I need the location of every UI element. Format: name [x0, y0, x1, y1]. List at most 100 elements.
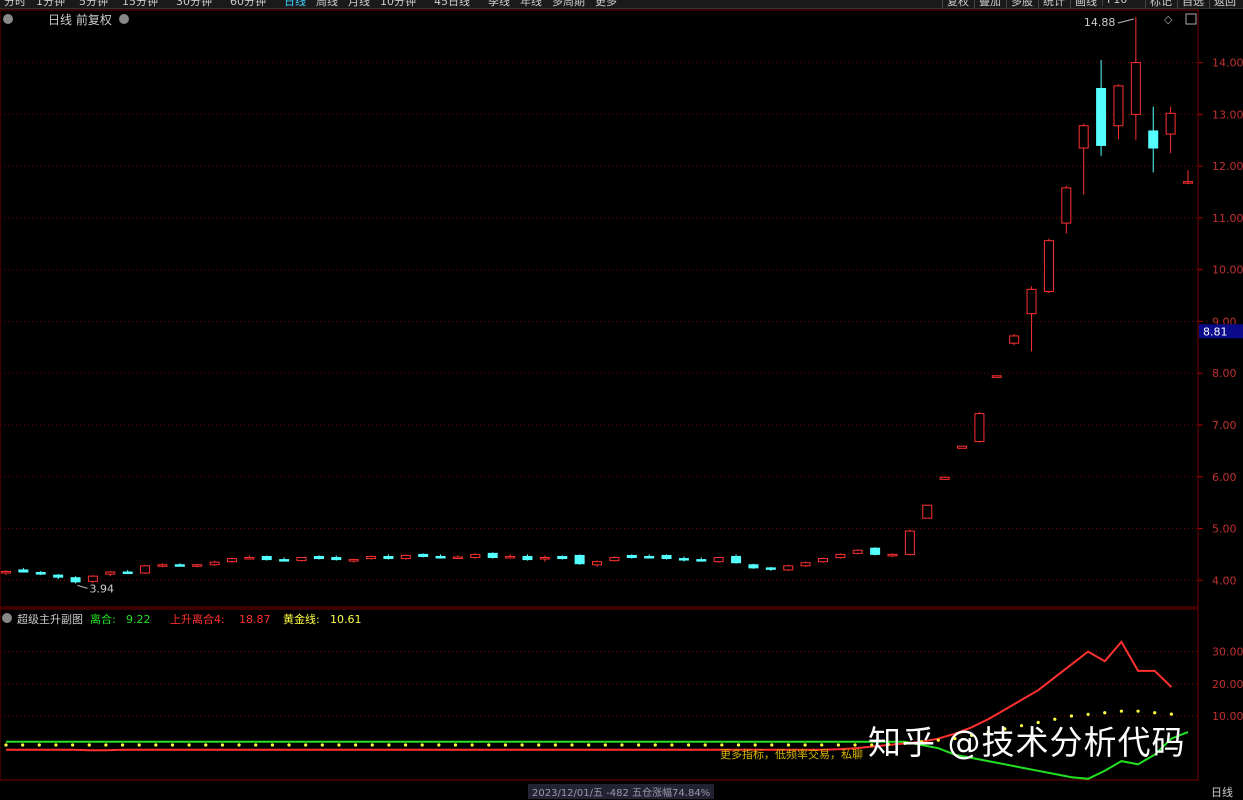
- candle-body: [574, 554, 585, 565]
- golden-line-dot: [37, 743, 41, 747]
- candle-body: [626, 554, 637, 559]
- candle-body: [852, 549, 863, 554]
- candle-body: [140, 565, 151, 574]
- sub-y-tick-label: 10.00: [1212, 710, 1243, 723]
- candle-body: [800, 562, 811, 567]
- golden-line-dot: [1119, 709, 1124, 713]
- golden-line-dot: [836, 743, 840, 747]
- golden-line-dot: [620, 743, 624, 747]
- main-y-tick-label: 6.00: [1212, 471, 1237, 484]
- candle-body: [522, 555, 533, 561]
- golden-line-dot: [603, 743, 607, 747]
- golden-line-dot: [4, 743, 8, 747]
- candle-body: [592, 561, 602, 566]
- golden-line-dot: [137, 743, 141, 747]
- golden-line-dot: [370, 743, 374, 747]
- candle-body: [1148, 130, 1159, 149]
- golden-line-dot: [270, 743, 274, 747]
- candle-body: [696, 559, 707, 562]
- current-price-label: 8.81: [1203, 325, 1228, 338]
- golden-line-dot: [237, 743, 241, 747]
- candle-body: [1130, 62, 1141, 115]
- candle-body: [244, 557, 255, 560]
- main-y-tick-label: 8.00: [1212, 367, 1237, 380]
- golden-line-dot: [587, 743, 591, 747]
- golden-line-dot: [487, 743, 491, 747]
- candle-body: [835, 553, 846, 559]
- golden-line-dot: [653, 743, 657, 747]
- candle-body: [296, 557, 307, 562]
- candle-body: [1078, 125, 1089, 149]
- golden-line-dot: [570, 743, 574, 747]
- golden-line-dot: [453, 743, 458, 747]
- golden-line-dot: [287, 743, 291, 747]
- candle-body: [817, 558, 828, 563]
- golden-line-dot: [354, 743, 358, 747]
- main-y-tick-label: 4.00: [1212, 574, 1237, 587]
- candle-body: [557, 555, 568, 560]
- golden-line-dot: [537, 743, 541, 747]
- candle-body: [192, 564, 203, 567]
- golden-line-dot: [1153, 711, 1157, 715]
- legend-value-0: 9.22: [126, 613, 151, 626]
- low-price-label: 3.94: [90, 582, 115, 595]
- candle-body: [122, 571, 133, 575]
- candle-body: [1009, 335, 1020, 344]
- legend-label-2: 黄金线:: [283, 612, 320, 626]
- main-y-tick-label: 5.00: [1212, 523, 1237, 536]
- candle-body: [331, 557, 342, 561]
- candle-body: [991, 375, 1002, 378]
- candle-body: [1, 570, 11, 574]
- golden-line-dot: [503, 743, 508, 747]
- candle-body: [870, 547, 881, 555]
- golden-line-dot: [470, 743, 474, 747]
- candle-body: [452, 556, 463, 559]
- indicator-name: 超级主升副图: [17, 612, 83, 626]
- candle-body: [539, 557, 550, 560]
- golden-line-dot: [337, 743, 341, 747]
- candle-body: [87, 575, 98, 582]
- candle-body: [470, 553, 481, 559]
- main-frame: [0, 9, 1199, 608]
- golden-line-dot: [637, 743, 641, 747]
- golden-line-dot: [220, 743, 225, 747]
- golden-line-dot: [170, 743, 175, 747]
- candle-body: [661, 554, 672, 560]
- golden-line-dot: [387, 743, 391, 747]
- candle-body: [418, 553, 429, 557]
- candle-body: [731, 555, 742, 564]
- candle-body: [487, 552, 498, 559]
- candle-body: [226, 558, 237, 563]
- candle-body: [678, 558, 689, 561]
- candle-body: [53, 574, 64, 578]
- golden-line-dot: [120, 743, 125, 747]
- bottom-info-label: 2023/12/01/五 -482 五仓涨幅74.84%: [528, 784, 715, 799]
- golden-line-dot: [753, 743, 757, 747]
- candle-body: [105, 571, 116, 575]
- candle-body: [279, 559, 290, 562]
- golden-line-dot: [770, 743, 774, 747]
- candle-body: [35, 572, 46, 575]
- candle-body: [1096, 87, 1107, 146]
- bottom-period-label[interactable]: 日线: [1211, 784, 1233, 800]
- candle-body: [313, 555, 324, 560]
- golden-line-dot: [686, 743, 691, 747]
- candle-body: [209, 561, 220, 566]
- candle-body: [348, 559, 359, 562]
- golden-line-dot: [1136, 709, 1140, 713]
- diamond-icon: ◇: [1164, 13, 1173, 26]
- indicator-note: 更多指标，低频率交易，私聊: [720, 747, 863, 761]
- golden-line-dot: [403, 743, 408, 747]
- candle-body: [383, 555, 394, 560]
- candle-body: [939, 476, 950, 480]
- candle-body: [609, 557, 620, 562]
- legend-value-1: 18.87: [239, 613, 271, 626]
- sub-y-tick-label: 20.00: [1212, 678, 1243, 691]
- golden-line-dot: [70, 743, 75, 747]
- candle-body: [974, 413, 985, 443]
- golden-line-dot: [720, 743, 724, 747]
- golden-line-dot: [304, 743, 308, 747]
- golden-line-dot: [803, 743, 807, 747]
- candle-body: [904, 530, 915, 555]
- main-y-tick-label: 11.00: [1212, 212, 1243, 225]
